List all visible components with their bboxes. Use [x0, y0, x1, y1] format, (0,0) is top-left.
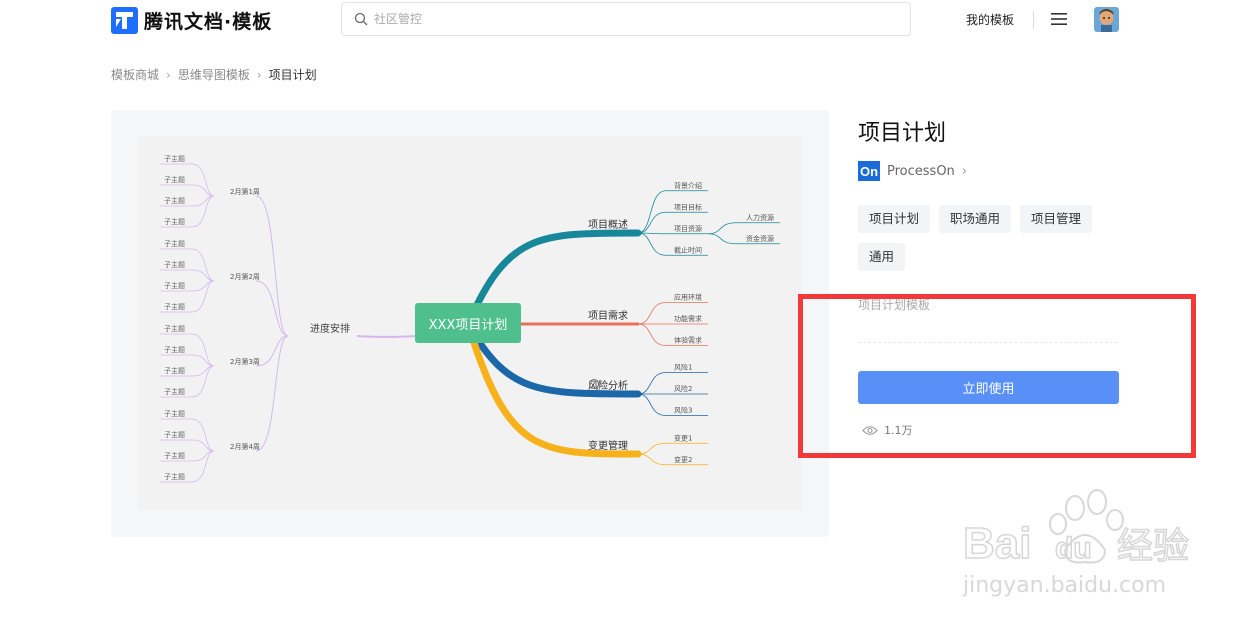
- watermark-brand-b: du: [1055, 532, 1092, 565]
- mindmap-subtopic: 子主题: [164, 239, 185, 248]
- mindmap-branch-right: 项目需求: [588, 310, 628, 322]
- search-input[interactable]: [372, 11, 876, 27]
- breadcrumb: 模板商城 › 思维导图模板 › 项目计划: [111, 66, 317, 83]
- watermark-brand-cn: 经验: [1117, 526, 1189, 567]
- chevron-right-icon: ›: [256, 67, 262, 82]
- tag-item[interactable]: 职场通用: [939, 205, 1012, 233]
- mindmap-link: [637, 442, 667, 455]
- user-avatar[interactable]: [1094, 7, 1119, 32]
- mindmap-child: 变更2: [674, 455, 692, 464]
- mindmap-link: [637, 372, 667, 395]
- mindmap-link: [191, 450, 215, 483]
- search-bar[interactable]: [341, 2, 911, 36]
- search-icon: [354, 12, 368, 26]
- highlight-box: [798, 294, 1196, 458]
- mindmap-link: [191, 195, 215, 228]
- mindmap-link: [637, 211, 667, 234]
- mindmap-week-label: 2月第3周: [230, 357, 260, 366]
- mindmap-link: [637, 302, 667, 325]
- logo-text: 腾讯文档·模板: [144, 11, 273, 33]
- mindmap-branch-right: 项目概述: [588, 218, 628, 231]
- mindmap-link: [191, 418, 215, 452]
- mindmap-link: [637, 190, 667, 234]
- mindmap-child: 体验需求: [674, 336, 702, 345]
- breadcrumb-item-mindmap[interactable]: 思维导图模板: [178, 66, 250, 83]
- mindmap-subtopic: 子主题: [164, 387, 185, 396]
- mindmap-subtopic: 子主题: [164, 366, 185, 375]
- mindmap-child: 变更1: [674, 433, 692, 442]
- mindmap-link: [191, 280, 215, 313]
- tag-item[interactable]: 项目管理: [1020, 205, 1093, 233]
- tencent-docs-logo-icon: [111, 7, 138, 34]
- mindmap-grandchild: 人力资源: [746, 213, 774, 222]
- mindmap-center-label: XXX项目计划: [429, 318, 508, 333]
- mindmap-branch-left: 进度安排: [310, 322, 350, 335]
- mindmap-subtopic: 子主题: [164, 430, 185, 439]
- mindmap-week-label: 2月第1周: [230, 187, 260, 196]
- mindmap-link: [637, 453, 667, 466]
- mindmap-week-label: 2月第2周: [230, 272, 260, 281]
- author-name: ProcessOn: [887, 163, 955, 179]
- tag-list: 项目计划 职场通用 项目管理 通用: [858, 205, 1128, 271]
- chevron-right-icon: ›: [961, 163, 967, 179]
- author-link[interactable]: On ProcessOn ›: [858, 161, 967, 181]
- tag-item[interactable]: 项目计划: [858, 205, 931, 233]
- menu-icon[interactable]: [1050, 11, 1068, 27]
- mindmap-branch-right: 变更管理: [588, 439, 628, 452]
- mindmap-link: [707, 233, 737, 245]
- mindmap-child: 项目资源: [674, 224, 702, 233]
- template-title: 项目计划: [858, 121, 947, 146]
- mindmap-link: [191, 163, 215, 197]
- mindmap-diagram: 进度安排2月第1周子主题子主题子主题子主题2月第2周子主题子主题子主题子主题2月…: [160, 154, 780, 483]
- mindmap-branch-right: 风险分析: [588, 379, 628, 392]
- mindmap-subtopic: 子主题: [164, 154, 185, 163]
- mindmap-link: [356, 335, 417, 338]
- mindmap-link: [637, 393, 667, 416]
- avatar-image-icon: [1094, 7, 1119, 32]
- mindmap-child: 背景介绍: [674, 181, 702, 190]
- mindmap-subtopic: 子主题: [164, 345, 185, 354]
- header-divider: [1033, 11, 1034, 29]
- mindmap-subtopic: 子主题: [164, 217, 185, 226]
- mindmap-child: 风险2: [674, 384, 692, 393]
- mindmap-child: 项目目标: [674, 202, 702, 211]
- mindmap-child: 应用环境: [674, 293, 702, 302]
- mindmap-subtopic: 子主题: [164, 472, 185, 481]
- mindmap-link: [255, 280, 289, 337]
- watermark-url: jingyan.baidu.com: [962, 573, 1166, 598]
- mindmap-subtopic: 子主题: [164, 324, 185, 333]
- mindmap-link: [637, 323, 667, 346]
- mindmap-link: [637, 232, 667, 256]
- mindmap-subtopic: 子主题: [164, 409, 185, 418]
- mindmap-week-label: 2月第4周: [230, 442, 260, 451]
- mindmap-link: [707, 222, 737, 235]
- tag-item[interactable]: 通用: [858, 243, 906, 271]
- breadcrumb-item-current: 项目计划: [268, 68, 317, 82]
- mindmap-link: [191, 248, 215, 282]
- breadcrumb-item-mall[interactable]: 模板商城: [111, 66, 159, 83]
- mindmap-link: [255, 195, 289, 337]
- processon-logo-icon: On: [858, 161, 880, 181]
- mindmap-subtopic: 子主题: [164, 451, 185, 460]
- mindmap-grandchild: 资金资源: [746, 234, 774, 243]
- mindmap-child: 功能需求: [674, 314, 702, 323]
- watermark-brand-a: Bai: [963, 519, 1031, 568]
- mindmap-subtopic: 子主题: [164, 196, 185, 205]
- mindmap-link: [191, 365, 215, 398]
- mindmap-subtopic: 子主题: [164, 175, 185, 184]
- mindmap-subtopic: 子主题: [164, 281, 185, 290]
- mindmap-link: [255, 335, 289, 452]
- baidu-jingyan-watermark: Bai du 经验 jingyan.baidu.com: [962, 489, 1190, 598]
- mindmap-subtopic: 子主题: [164, 260, 185, 269]
- my-templates-link[interactable]: 我的模板: [966, 11, 1014, 28]
- mindmap-child: 截止时间: [674, 245, 702, 254]
- logo[interactable]: 腾讯文档·模板: [111, 7, 272, 34]
- mindmap-child: 风险1: [674, 363, 692, 372]
- chevron-right-icon: ›: [166, 67, 171, 82]
- mindmap-subtopic: 子主题: [164, 302, 185, 311]
- mindmap-link: [191, 333, 215, 367]
- mindmap-child: 风险3: [674, 406, 692, 415]
